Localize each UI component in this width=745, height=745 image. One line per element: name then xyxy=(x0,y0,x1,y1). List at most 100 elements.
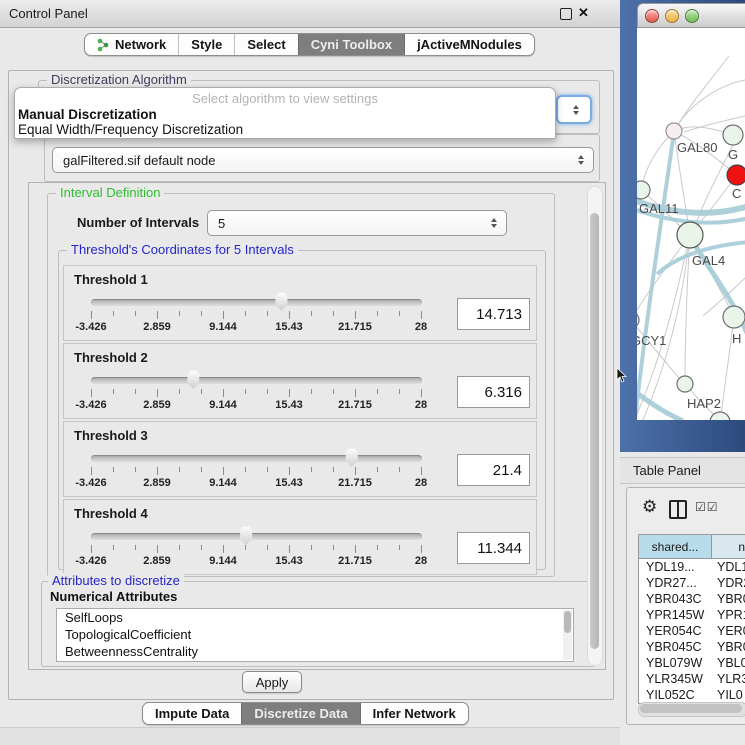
zoom-traffic-light-icon[interactable] xyxy=(685,9,699,23)
scrollbar-thumb[interactable] xyxy=(640,704,742,713)
table-row[interactable]: YPR145WYPR1 xyxy=(639,607,745,623)
table-row[interactable]: YER054CYER0 xyxy=(639,623,745,639)
threshold-value-input[interactable] xyxy=(457,376,530,408)
apply-button[interactable]: Apply xyxy=(242,671,302,693)
tab-discretize-data[interactable]: Discretize Data xyxy=(241,703,359,724)
algorithm-combobox[interactable] xyxy=(556,95,592,124)
dropdown-option-manual-discretization[interactable]: Manual Discretization xyxy=(15,107,555,122)
settings-scrollbar[interactable] xyxy=(587,186,603,666)
tick-label: 9.144 xyxy=(209,399,237,411)
threshold-slider-handle[interactable] xyxy=(239,526,254,545)
split-columns-icon[interactable] xyxy=(669,500,687,519)
tick-label: 15.43 xyxy=(275,555,303,567)
cyni-bottom-tabs: Impute DataDiscretize DataInfer Network xyxy=(142,702,469,725)
tick-mark xyxy=(91,311,92,319)
threshold-slider-track[interactable] xyxy=(91,299,422,306)
column-header-name[interactable]: n xyxy=(712,535,745,558)
tick-mark xyxy=(223,389,224,397)
tick-label: -3.426 xyxy=(75,555,106,567)
minimize-traffic-light-icon[interactable] xyxy=(665,9,679,23)
tab-cyni-toolbox[interactable]: Cyni Toolbox xyxy=(298,34,404,55)
tick-label: 2.859 xyxy=(143,477,171,489)
network-view-titlebar[interactable] xyxy=(637,3,745,28)
tick-mark xyxy=(135,389,136,394)
tick-mark xyxy=(179,467,180,472)
network-node-gal11[interactable] xyxy=(637,181,650,199)
tick-label: 9.144 xyxy=(209,321,237,333)
table-row[interactable]: YBR045CYBR0 xyxy=(639,639,745,655)
tick-mark xyxy=(399,311,400,316)
tick-mark xyxy=(223,467,224,475)
scrollbar-thumb[interactable] xyxy=(564,611,571,633)
numerical-attributes-list: SelfLoopsTopologicalCoefficientBetweenne… xyxy=(56,608,574,662)
close-traffic-light-icon[interactable] xyxy=(645,9,659,23)
checkbox-icons[interactable]: ☑☑ xyxy=(695,500,719,514)
tick-mark xyxy=(355,545,356,553)
control-panel-tabs: NetworkStyleSelectCyni Toolbox jActiveMNo… xyxy=(84,33,535,56)
tick-mark xyxy=(399,545,400,550)
threshold-slider-track[interactable] xyxy=(91,377,422,384)
attribute-item-betweennesscentrality[interactable]: BetweennessCentrality xyxy=(57,643,573,660)
dropdown-option-equal-width-frequency[interactable]: Equal Width/Frequency Discretization xyxy=(15,122,555,137)
tab-label: jActiveMNodules xyxy=(417,37,522,52)
tick-mark xyxy=(421,545,422,553)
gear-icon[interactable]: ⚙ xyxy=(642,497,657,517)
network-node-hap2[interactable] xyxy=(677,376,693,392)
float-window-icon[interactable] xyxy=(560,8,572,20)
table-row[interactable]: YBL079WYBL0 xyxy=(639,655,745,671)
network-node-gal80[interactable] xyxy=(666,123,682,139)
threshold-slider-handle[interactable] xyxy=(344,448,359,467)
table-horizontal-scrollbar[interactable] xyxy=(638,702,745,717)
attribute-item-topologicalcoefficient[interactable]: TopologicalCoefficient xyxy=(57,626,573,643)
cell-name: YLR3 xyxy=(711,672,745,686)
tick-mark xyxy=(311,467,312,472)
network-node-gal4[interactable] xyxy=(677,222,703,248)
threshold-slider-handle[interactable] xyxy=(274,292,289,311)
cell-shared-name: YLR345W xyxy=(639,672,711,686)
scrollbar-thumb[interactable] xyxy=(590,213,599,649)
combo-stepper-icon xyxy=(578,155,584,165)
network-node-c[interactable] xyxy=(727,165,745,185)
tick-label: 21.715 xyxy=(338,321,372,333)
table-row[interactable]: YIL052CYIL0 xyxy=(639,687,745,703)
tab-jactivemnodules[interactable]: jActiveMNodules xyxy=(404,34,534,55)
network-node-h[interactable] xyxy=(723,306,745,328)
threshold-value-input[interactable] xyxy=(457,532,530,564)
table-row[interactable]: YBR043CYBR0 xyxy=(639,591,745,607)
node-label-c: C xyxy=(732,186,741,201)
network-node-g[interactable] xyxy=(723,125,743,145)
table-data-combobox[interactable]: galFiltered.sif default node xyxy=(52,147,594,173)
tab-network[interactable]: Network xyxy=(85,34,178,55)
tick-mark xyxy=(201,389,202,394)
threshold-slider-track[interactable] xyxy=(91,533,422,540)
node-label-hap2: HAP2 xyxy=(687,396,721,411)
attributes-list-scrollbar[interactable] xyxy=(563,610,572,660)
tab-style[interactable]: Style xyxy=(178,34,234,55)
tick-mark xyxy=(201,467,202,472)
mouse-cursor xyxy=(616,368,627,383)
column-header-shared-name[interactable]: shared... xyxy=(639,535,712,558)
network-node-gcy1[interactable] xyxy=(637,312,639,328)
threshold-title: Threshold 1 xyxy=(74,272,148,287)
threshold-value-input[interactable] xyxy=(457,298,530,330)
attribute-item-selfloops[interactable]: SelfLoops xyxy=(57,609,573,626)
threshold-slider-handle[interactable] xyxy=(186,370,201,389)
tab-infer-network[interactable]: Infer Network xyxy=(360,703,468,724)
network-node[interactable] xyxy=(710,412,730,420)
threshold-slider-track[interactable] xyxy=(91,455,422,462)
network-canvas[interactable]: GAL80GCGAL11GAL4GCY1HHAP2 xyxy=(637,28,745,420)
close-icon[interactable]: ✕ xyxy=(578,5,589,21)
tick-mark xyxy=(179,389,180,394)
tick-label: 28 xyxy=(415,321,427,333)
tick-mark xyxy=(333,389,334,394)
table-row[interactable]: YLR345WYLR3 xyxy=(639,671,745,687)
number-of-intervals-combobox[interactable]: 5 xyxy=(207,210,507,236)
threshold-value-input[interactable] xyxy=(457,454,530,486)
table-row[interactable]: YDL19...YDL1 xyxy=(639,559,745,575)
tick-mark xyxy=(399,389,400,394)
table-row[interactable]: YDR27...YDR2 xyxy=(639,575,745,591)
cell-shared-name: YDL19... xyxy=(639,560,711,574)
tab-impute-data[interactable]: Impute Data xyxy=(143,703,241,724)
tick-mark xyxy=(91,467,92,475)
tab-select[interactable]: Select xyxy=(234,34,297,55)
